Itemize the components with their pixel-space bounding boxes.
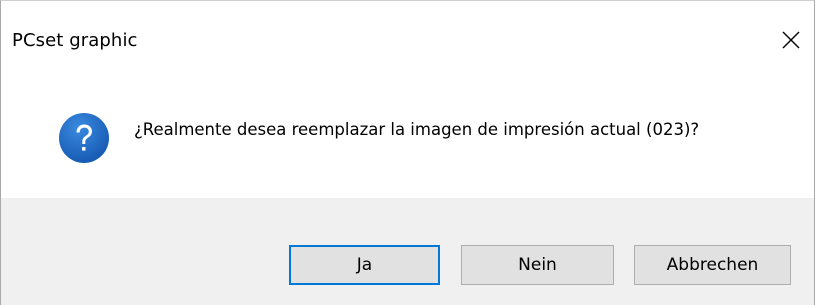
message-area: ¿Realmente desea reemplazar la imagen de… [1, 85, 814, 198]
page: PCset graphic ¿Realmente desea reemplaza… [0, 0, 816, 305]
close-button[interactable] [768, 15, 814, 65]
yes-button[interactable]: Ja [289, 245, 440, 285]
close-icon [782, 31, 800, 49]
button-bar: Ja Nein Abbrechen [1, 198, 814, 305]
title-bar: PCset graphic [1, 1, 814, 85]
message-text: ¿Realmente desea reemplazar la imagen de… [134, 120, 700, 139]
no-button[interactable]: Nein [461, 245, 614, 285]
cancel-button[interactable]: Abbrechen [634, 245, 791, 285]
question-icon [59, 113, 109, 163]
message-dialog: PCset graphic ¿Realmente desea reemplaza… [0, 0, 815, 305]
window-title: PCset graphic [12, 30, 138, 51]
